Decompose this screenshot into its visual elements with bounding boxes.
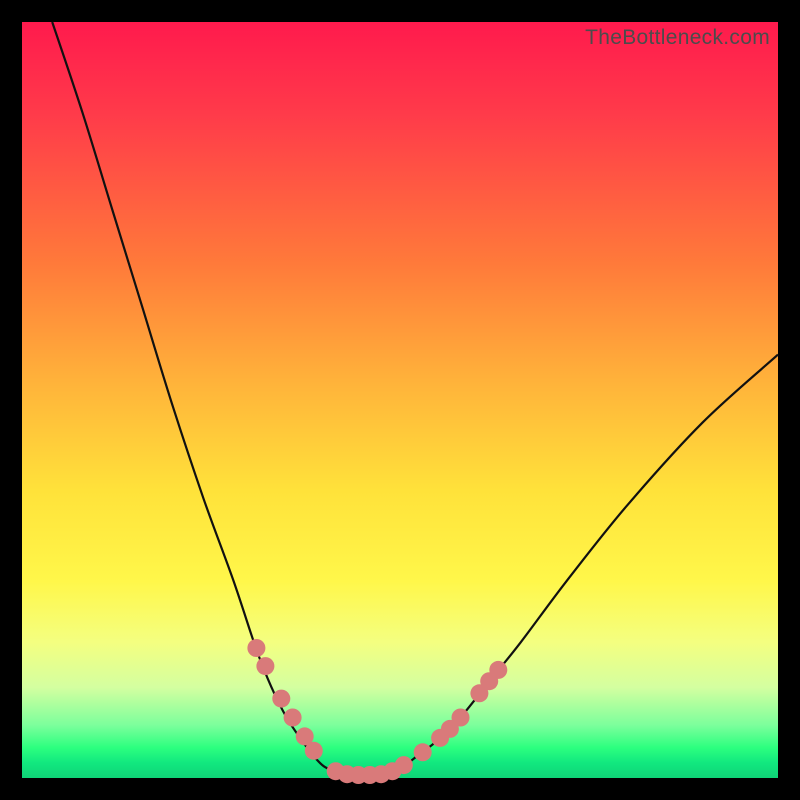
marker-dot — [247, 639, 265, 657]
marker-group — [247, 639, 507, 784]
marker-dot — [256, 657, 274, 675]
outer-frame: TheBottleneck.com — [0, 0, 800, 800]
marker-dot — [452, 709, 470, 727]
chart-svg — [22, 22, 778, 778]
marker-dot — [395, 756, 413, 774]
marker-dot — [272, 690, 290, 708]
marker-dot — [305, 742, 323, 760]
marker-dot — [489, 661, 507, 679]
marker-dot — [414, 743, 432, 761]
marker-dot — [284, 709, 302, 727]
bottleneck-curve-path — [52, 22, 778, 776]
plot-area: TheBottleneck.com — [22, 22, 778, 778]
